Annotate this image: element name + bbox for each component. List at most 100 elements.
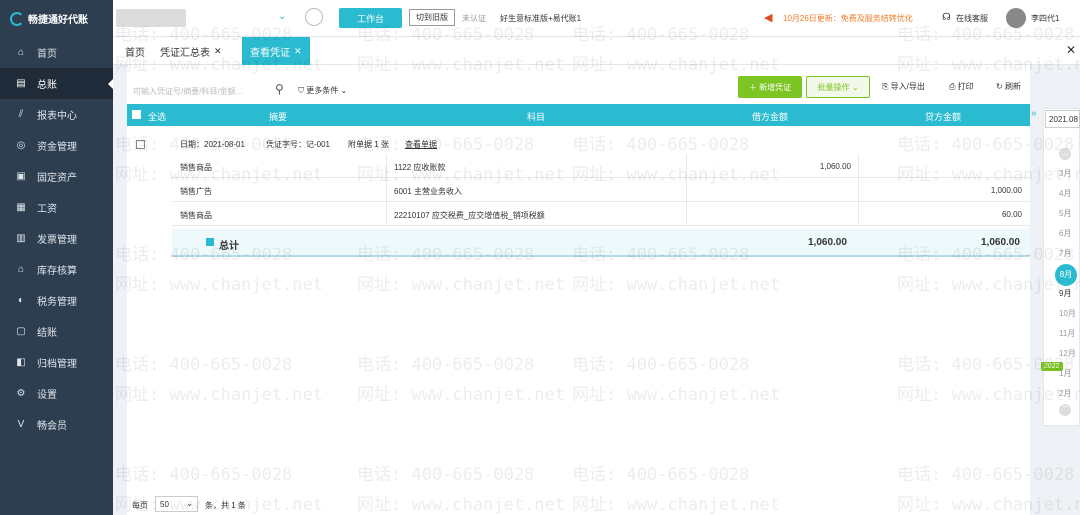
sidebar-item-label: 首页 — [37, 49, 57, 60]
month-8[interactable]: 10月 — [1059, 308, 1076, 319]
avatar[interactable] — [1006, 8, 1026, 28]
cell-account: 1122 应收账款 — [394, 163, 446, 172]
sidebar-item[interactable]: ◧ 归档管理 — [0, 347, 113, 378]
print-label: 打印 — [957, 82, 974, 91]
month-4[interactable]: 6月 — [1059, 228, 1071, 239]
month-2[interactable]: 4月 — [1059, 188, 1071, 199]
more-conditions-button[interactable]: ⛉ 更多条件 ⌄ — [298, 85, 347, 96]
total-credit: 1,060.00 — [981, 237, 1020, 248]
year-tag: 2022 — [1041, 362, 1063, 371]
cell-divider — [858, 202, 859, 226]
headset-icon: ☊ — [942, 12, 951, 23]
cell-divider — [386, 154, 387, 178]
sidebar-item[interactable]: ▦ 工资 — [0, 192, 113, 223]
table-row[interactable]: 销售广告 6001 主营业务收入 1,000.00 — [172, 178, 1030, 202]
search-input[interactable]: 可输入凭证号/摘要/科目/金额... — [133, 82, 273, 100]
sidebar-item[interactable]: ⚙ 设置 — [0, 378, 113, 409]
cell-divider — [386, 178, 387, 202]
table-row[interactable]: 销售商品 22210107 应交税费_应交增值税_销项税额 60.00 — [172, 202, 1030, 226]
switch-old-version-button[interactable]: 切到旧版 — [409, 9, 455, 26]
month-12[interactable]: 2月 — [1059, 388, 1071, 399]
online-service-link[interactable]: 在线客服 — [956, 13, 988, 24]
select-all-label: 全选 — [148, 112, 167, 122]
cell-summary: 销售广告 — [180, 187, 212, 196]
total-count: 条，共 1 条 — [205, 501, 246, 510]
close-book-icon: ▢ — [16, 326, 26, 337]
cell-divider — [686, 178, 687, 202]
sidebar-item[interactable]: V 畅会员 — [0, 409, 113, 440]
sidebar-item[interactable]: ▤ 总账 — [0, 68, 113, 99]
username[interactable]: 李四代1 — [1031, 13, 1059, 24]
tab-voucher-summary[interactable]: 凭证汇总表 ✕ — [160, 37, 222, 65]
cell-account: 22210107 应交税费_应交增值税_销项税额 — [394, 211, 545, 220]
archive-icon: ◧ — [16, 357, 26, 368]
edition-label: 好生意标准版+易代账1 — [500, 14, 582, 23]
tab-label: 首页 — [125, 47, 145, 59]
sidebar-item[interactable]: ⌂ 库存核算 — [0, 254, 113, 285]
workbench-button[interactable]: 工作台 — [339, 8, 402, 28]
month-9[interactable]: 11月 — [1059, 328, 1075, 339]
invoice-icon: ▥ — [16, 233, 26, 244]
tab-view-voucher[interactable]: 查看凭证 ✕ — [242, 37, 310, 65]
tab-label: 凭证汇总表 — [160, 47, 210, 59]
new-voucher-button[interactable]: ＋ 新增凭证 — [738, 76, 802, 98]
tax-icon: ◐ — [17, 295, 25, 306]
sidebar-item-label: 固定资产 — [37, 173, 77, 184]
company-name-blurred[interactable] — [116, 9, 186, 27]
sidebar-item[interactable]: ⌂ 首页 — [0, 37, 113, 68]
column-summary: 摘要 — [269, 112, 288, 122]
tab-bar: 首页 凭证汇总表 ✕ 查看凭证 ✕ ✕ — [113, 37, 1080, 65]
period-year-input[interactable]: 2021.08 — [1045, 110, 1080, 128]
sidebar-item[interactable]: ◎ 资金管理 — [0, 130, 113, 161]
sidebar-item[interactable]: ⫽ 报表中心 — [0, 99, 113, 130]
per-page-select[interactable]: 50 ⌄ — [155, 496, 198, 512]
sidebar-item-label: 报表中心 — [37, 111, 77, 122]
chevron-down-icon[interactable]: ⌄ — [278, 11, 286, 22]
sidebar-item-label: 归档管理 — [37, 359, 77, 370]
new-voucher-label: 新增凭证 — [759, 82, 792, 92]
account-set-icon[interactable] — [305, 8, 323, 26]
cell-divider — [686, 202, 687, 226]
import-export-button[interactable]: ⎘ 导入/导出 — [882, 81, 925, 92]
print-button[interactable]: ⎙ 打印 — [949, 81, 974, 92]
sidebar-item-label: 库存核算 — [37, 266, 77, 277]
tab-home[interactable]: 首页 — [125, 37, 145, 65]
column-credit: 贷方金额 — [925, 112, 962, 122]
refresh-button[interactable]: ↻ 刷新 — [996, 81, 1021, 92]
salary-icon: ▦ — [16, 202, 26, 213]
brand-logo[interactable]: 畅捷通好代账 — [0, 0, 113, 37]
view-document-link[interactable]: 查看单据 — [405, 139, 437, 150]
vip-icon: V — [17, 419, 25, 430]
chevron-down-icon[interactable]: ﹀ — [1059, 404, 1071, 416]
month-3[interactable]: 5月 — [1059, 208, 1071, 219]
select-all-checkbox[interactable] — [132, 110, 141, 119]
month-6[interactable]: 8月 — [1055, 264, 1077, 286]
month-10[interactable]: 12月 — [1059, 348, 1076, 359]
month-7[interactable]: 9月 — [1059, 288, 1071, 299]
voucher-checkbox[interactable] — [136, 140, 145, 149]
verify-status[interactable]: 未认证 — [462, 13, 486, 24]
chevron-up-icon[interactable]: ︿ — [1059, 148, 1071, 160]
voucher-number[interactable]: 凭证字号：记-001 — [266, 139, 330, 150]
month-1[interactable]: 3月 — [1059, 168, 1071, 179]
batch-operation-button[interactable]: 批量操作 ⌄ — [806, 76, 870, 98]
search-icon[interactable]: ⚲ — [275, 82, 284, 96]
double-chevron-icon[interactable]: » — [1031, 108, 1037, 119]
sidebar-item[interactable]: ▣ 固定资产 — [0, 161, 113, 192]
table-header: 全选 摘要 科目 借方金额 贷方金额 — [127, 104, 1030, 126]
cell-credit: 60.00 — [1001, 210, 1022, 219]
close-icon[interactable]: ✕ — [294, 46, 302, 57]
close-icon[interactable]: ✕ — [214, 46, 222, 57]
brand-name: 畅捷通好代账 — [28, 15, 88, 26]
month-5[interactable]: 7月 — [1059, 248, 1071, 259]
table-row[interactable]: 销售商品 1122 应收账款 1,060.00 — [172, 154, 1030, 178]
sidebar-item[interactable]: ◐ 税务管理 — [0, 285, 113, 316]
cell-divider — [858, 154, 859, 178]
update-news[interactable]: 10月26日更新：免费及服务结转优化 — [783, 13, 913, 24]
main-panel — [127, 65, 1030, 515]
column-debit: 借方金额 — [752, 112, 789, 122]
sidebar-item[interactable]: ▥ 发票管理 — [0, 223, 113, 254]
ledger-icon: ▤ — [16, 78, 26, 89]
close-icon[interactable]: ✕ — [1066, 43, 1076, 57]
sidebar-item[interactable]: ▢ 结账 — [0, 316, 113, 347]
